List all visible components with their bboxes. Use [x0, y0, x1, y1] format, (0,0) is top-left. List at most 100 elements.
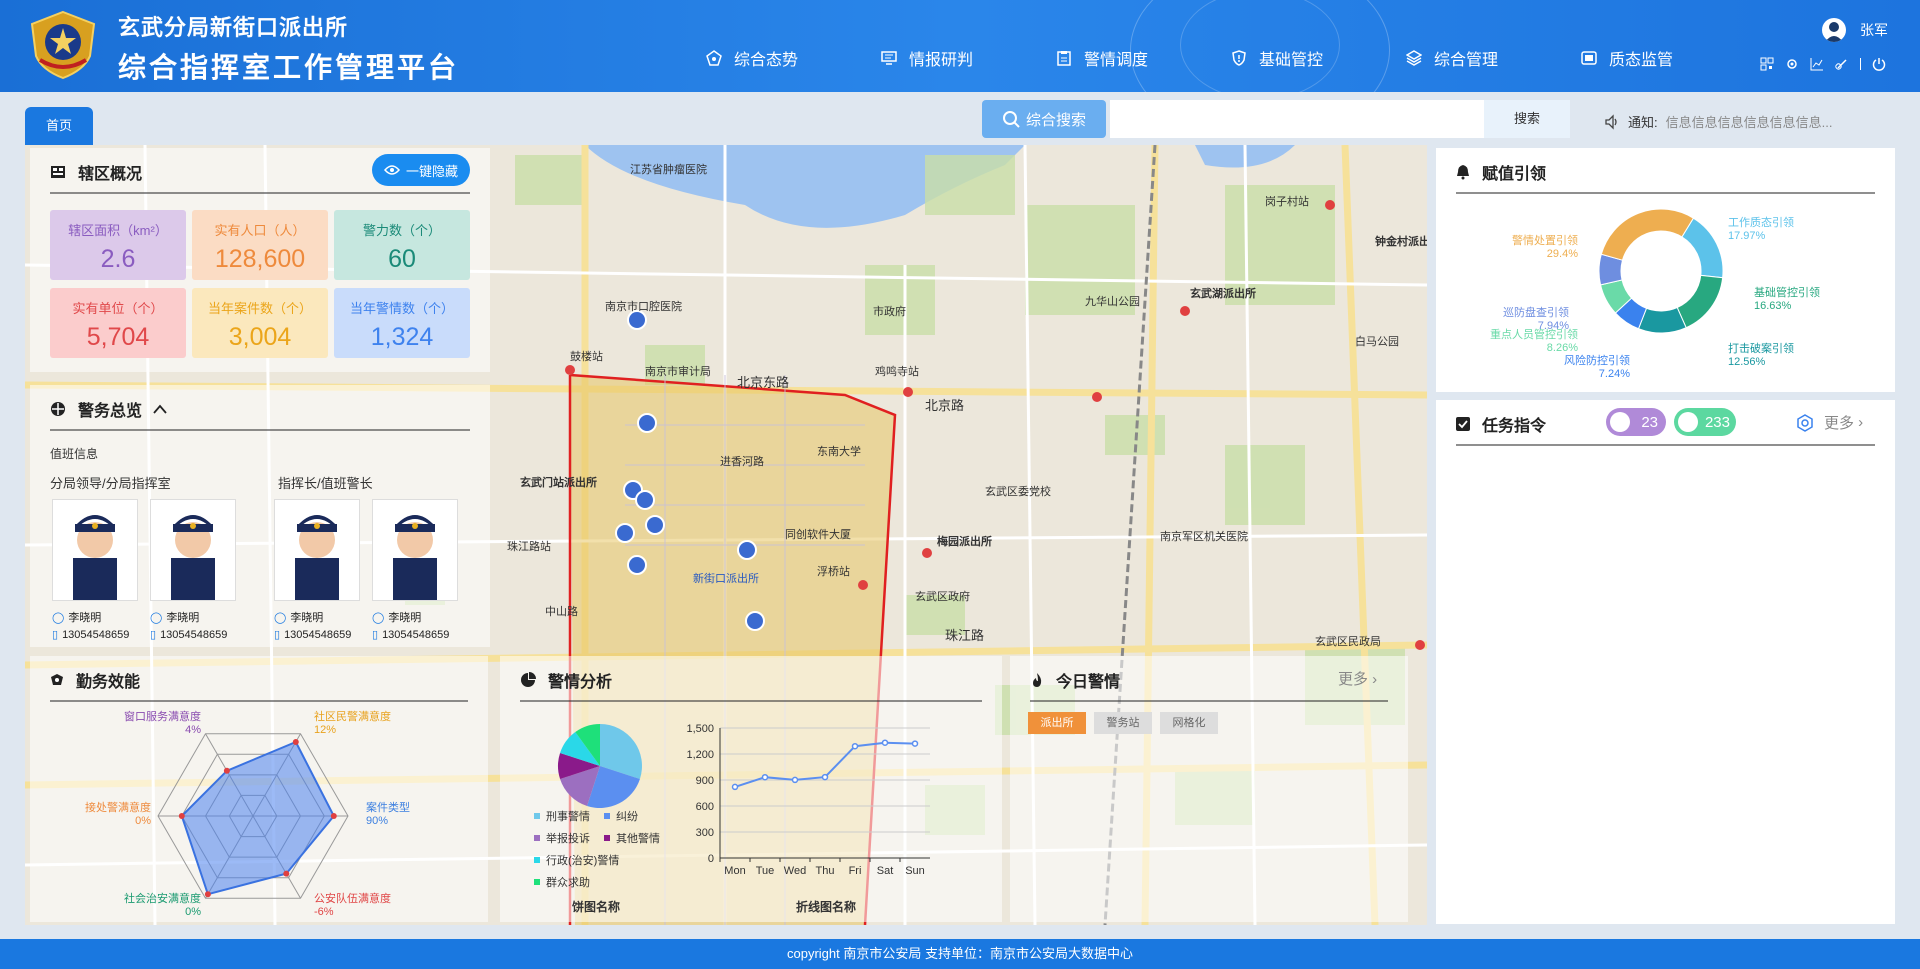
- task-icon: [1678, 412, 1698, 432]
- done-badge[interactable]: 233: [1674, 408, 1736, 436]
- nav-intel[interactable]: 情报研判: [881, 46, 1056, 70]
- radar-point: [204, 891, 211, 898]
- legend-item[interactable]: 其他警情: [604, 830, 660, 846]
- map-label: 玄武区委党校: [985, 484, 1051, 498]
- panel-title: 警情分析: [520, 668, 612, 692]
- axis-label: 窗口服务满意度 4%: [124, 711, 201, 736]
- nav-label: 质态监管: [1609, 52, 1674, 69]
- chevron-up-icon[interactable]: [152, 403, 168, 415]
- tasks-more-link[interactable]: 更多 ›: [1796, 412, 1863, 433]
- nav-dispatch[interactable]: 警情调度: [1056, 46, 1231, 70]
- axis-label: 社会治安满意度 0%: [124, 893, 201, 918]
- district-title: 辖区概况: [78, 166, 143, 183]
- hide-label: 一键隐藏: [405, 163, 458, 179]
- today-more-link[interactable]: 更多 ›: [1338, 668, 1377, 689]
- layers-icon: [1406, 50, 1422, 66]
- tab-home[interactable]: 首页: [25, 107, 93, 145]
- stat-label: 当年案件数（个）: [207, 301, 312, 316]
- officer-photo[interactable]: [274, 499, 360, 601]
- legend-swatch: [534, 857, 540, 863]
- notice-bar[interactable]: 通知: 信息信息信息信息信息信息...: [1604, 112, 1832, 131]
- map-label: 玄武湖派出所: [1190, 286, 1256, 300]
- officer-photo[interactable]: [52, 499, 138, 601]
- map-label: 中山路: [545, 605, 578, 618]
- search-input[interactable]: [1110, 100, 1484, 138]
- stat-value: 1,324: [370, 323, 434, 351]
- officer-name: ◯ 李晓明: [52, 609, 101, 625]
- phone-icon: ▯: [274, 629, 281, 641]
- gear-icon[interactable]: [1785, 57, 1799, 71]
- radar-chart: [157, 733, 349, 899]
- police-title: 警务总览: [78, 403, 143, 420]
- nav-label: 综合管理: [1434, 52, 1499, 69]
- legend-item[interactable]: 举报投诉: [534, 830, 590, 846]
- search-submit-button[interactable]: 搜索: [1484, 100, 1570, 138]
- stat-value: 5,704: [86, 323, 150, 351]
- map-label: 北京东路: [737, 375, 789, 390]
- radar-area: [180, 740, 335, 896]
- officer-photo[interactable]: [372, 499, 458, 601]
- filter-post[interactable]: 警务站: [1094, 712, 1152, 734]
- line-point: [731, 783, 739, 791]
- officer-photo[interactable]: [150, 499, 236, 601]
- officer-name: ◯ 李晓明: [274, 609, 323, 625]
- stat-value: 128,600: [214, 245, 306, 273]
- bell-icon: [1457, 165, 1469, 180]
- legend-swatch: [534, 879, 540, 885]
- app-header: 玄武分局新街口派出所 综合指挥室工作管理平台 综合态势 情报研判 警情调度 基础…: [0, 0, 1920, 92]
- map-label: 岗子村站: [1265, 194, 1309, 208]
- user-icon: ◯: [52, 611, 65, 624]
- nav-control[interactable]: 基础管控: [1231, 46, 1406, 70]
- donut-label: 工作质态引领 17.97%: [1728, 217, 1794, 242]
- map-label: 新街口派出所: [693, 571, 759, 585]
- line-chart: 0 300 600 900 1,200 1,500 Mon Tue Wed Thu Fri Sat Su…: [686, 723, 930, 877]
- map-label: 南京市审计局: [645, 364, 711, 378]
- settings-hex-icon: [1797, 413, 1813, 432]
- nav-label: 基础管控: [1259, 52, 1324, 69]
- map-label: 珠江路站: [507, 539, 551, 553]
- tab-bar: 首页 综合搜索 搜索 通知: 信息信息信息信息信息信息...: [0, 92, 1920, 145]
- stat-label: 实有人口（人）: [214, 223, 306, 238]
- chart-icon[interactable]: [1810, 57, 1824, 71]
- user-menu[interactable]: 张军: [1822, 18, 1888, 42]
- power-icon[interactable]: [1872, 57, 1886, 71]
- x-tick-label: Sun: [905, 865, 925, 877]
- stat-label: 警力数（个）: [362, 223, 441, 238]
- axis-label: 案件类型 90%: [366, 802, 410, 827]
- nav-label: 综合态势: [734, 52, 799, 69]
- legend-item[interactable]: 刑事警情: [534, 808, 590, 824]
- axis-label: 接处警满意度 0%: [85, 802, 151, 827]
- pending-badge[interactable]: 23: [1606, 408, 1666, 436]
- police-panel: 警务总览 值班信息 分局领导/分局指挥室 指挥长/值班警长 ◯ 李晓明 ◯ 李晓明 …: [30, 385, 490, 647]
- filter-grid[interactable]: 网格化: [1160, 712, 1218, 734]
- legend-item[interactable]: 行政(治安)警情: [534, 852, 619, 868]
- map-label: 北京路: [925, 398, 964, 413]
- axis-label: 公安队伍满意度 -6%: [314, 893, 391, 918]
- combined-search-button[interactable]: 综合搜索: [982, 100, 1106, 138]
- filter-station[interactable]: 派出所: [1028, 712, 1086, 734]
- group-label: 分局领导/分局指挥室: [50, 476, 171, 491]
- stat-population: 实有人口（人） 128,600: [192, 210, 328, 280]
- map-label: 同创软件大厦: [785, 527, 851, 541]
- map-label: 鸡鸣寺站: [875, 364, 919, 378]
- stat-value: 60: [388, 245, 416, 273]
- tasks-title: 任务指令: [1482, 418, 1547, 435]
- stat-value: 3,004: [228, 323, 292, 351]
- officer-phone: ▯ 13054548659: [52, 628, 129, 642]
- title-underline: [50, 429, 470, 431]
- nav-supervision[interactable]: 质态监管: [1581, 46, 1756, 70]
- nav-management[interactable]: 综合管理: [1406, 46, 1581, 70]
- hide-all-button[interactable]: 一键隐藏: [372, 154, 470, 186]
- officer-phone: ▯ 13054548659: [274, 628, 351, 642]
- link-icon[interactable]: [1835, 57, 1849, 71]
- qr-icon[interactable]: [1760, 57, 1774, 71]
- nav-situation[interactable]: 综合态势: [706, 46, 881, 70]
- legend-item[interactable]: 纠纷: [604, 808, 638, 824]
- legend-swatch: [604, 835, 610, 841]
- map-label: 白马公园: [1355, 334, 1399, 348]
- police-badge-icon: [30, 10, 96, 80]
- nav-label: 情报研判: [909, 52, 974, 69]
- avatar: [1822, 18, 1846, 42]
- legend-item[interactable]: 群众求助: [534, 874, 590, 890]
- org-name: 玄武分局新街口派出所: [118, 15, 349, 40]
